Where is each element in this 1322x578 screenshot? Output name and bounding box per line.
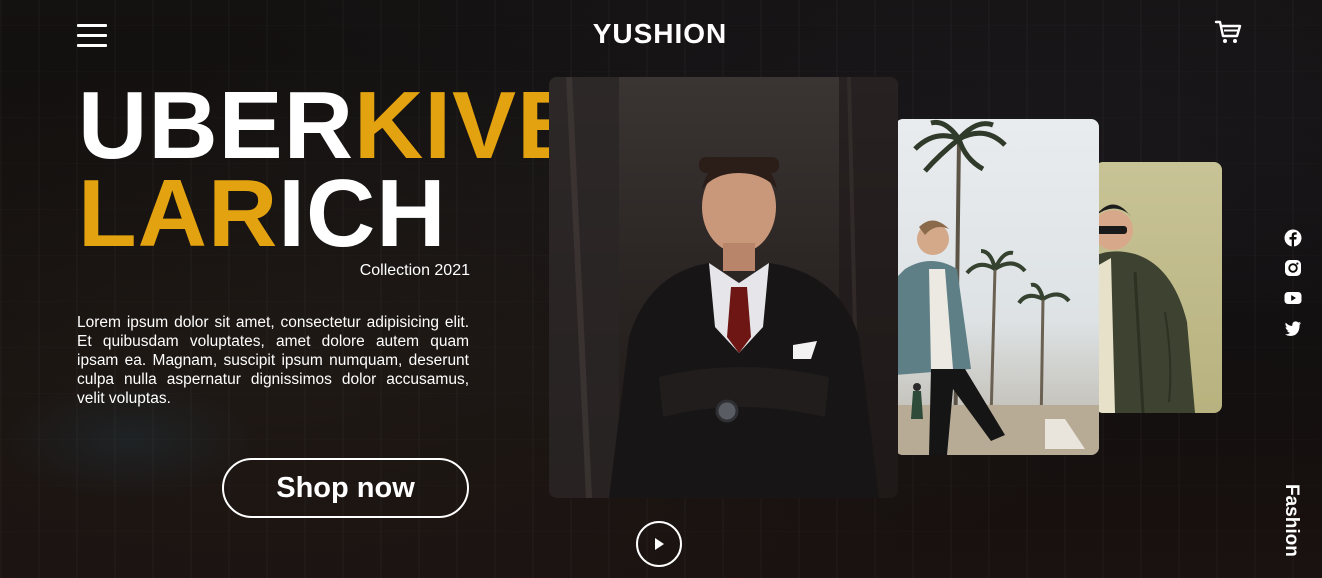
hero-headline: UBERKIVE LARICH xyxy=(78,78,582,262)
headline-word-yellow: LAR xyxy=(78,160,279,267)
man-in-green-jacket-photo[interactable] xyxy=(1095,162,1222,413)
man-in-suit-photo[interactable] xyxy=(549,77,898,498)
shopping-cart-icon[interactable] xyxy=(1214,18,1242,46)
man-with-palm-trees-photo[interactable] xyxy=(895,119,1099,455)
hamburger-menu-icon[interactable] xyxy=(77,24,107,48)
shop-now-button[interactable]: Shop now xyxy=(222,458,469,518)
hero-page: YUSHION UBERKIVE LARICH Collection 2021 … xyxy=(0,0,1322,578)
play-icon[interactable] xyxy=(636,521,682,567)
twitter-icon[interactable] xyxy=(1284,319,1302,337)
facebook-icon[interactable] xyxy=(1284,229,1302,247)
hero-description: Lorem ipsum dolor sit amet, consectetur … xyxy=(77,314,469,407)
instagram-icon[interactable] xyxy=(1284,259,1302,277)
headline-line-2: LARICH xyxy=(78,166,582,262)
brand-logo[interactable]: YUSHION xyxy=(560,18,760,50)
headline-line-1: UBERKIVE xyxy=(78,78,582,174)
headline-word-white: ICH xyxy=(278,160,447,267)
fashion-side-label: Fashion xyxy=(1281,484,1302,557)
collection-label: Collection 2021 xyxy=(359,262,470,279)
youtube-icon[interactable] xyxy=(1284,289,1302,307)
